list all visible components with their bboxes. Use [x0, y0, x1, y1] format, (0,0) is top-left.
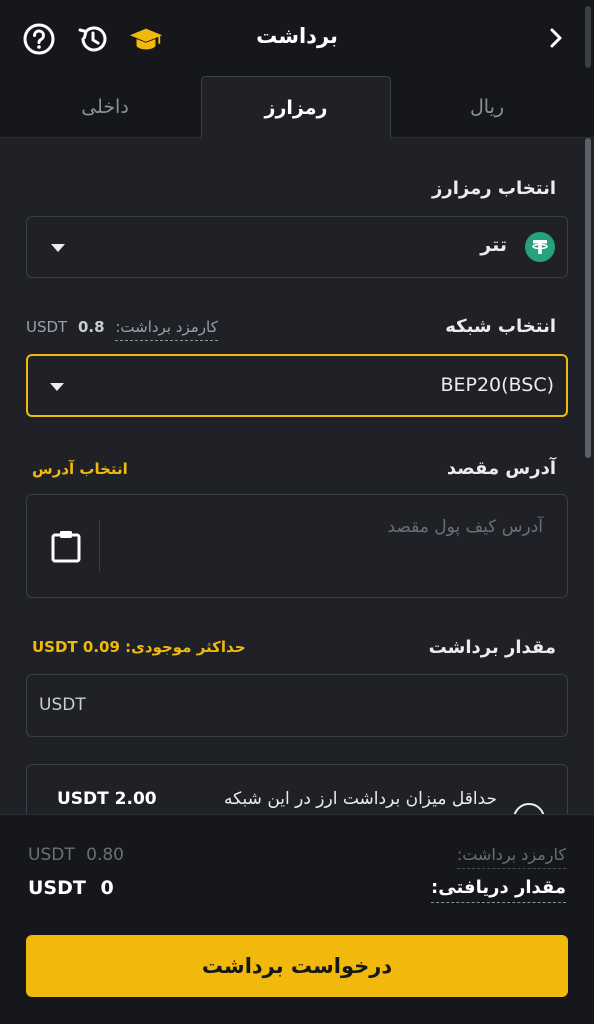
max-balance-label: حداکثر موجودی:: [125, 638, 246, 656]
max-balance[interactable]: USDT 0.09 حداکثر موجودی:: [32, 638, 246, 656]
address-label: آدرس مقصد: [446, 458, 556, 479]
amount-label: مقدار برداشت: [428, 637, 556, 658]
network-label: انتخاب شبکه: [445, 316, 556, 337]
submit-withdraw-button[interactable]: درخواست برداشت: [26, 935, 568, 997]
network-select-value: BEP20(BSC): [440, 374, 554, 396]
tether-icon: [525, 232, 555, 262]
tab-bar: داخلی رمزارز ریال: [0, 76, 594, 139]
top-bar: برداشت: [0, 0, 594, 76]
select-crypto-label: انتخاب رمزارز: [432, 178, 556, 199]
summary-fee-value: 0.80: [86, 845, 124, 865]
network-fee-value: 0.8: [78, 318, 105, 336]
tab-label: ریال: [469, 96, 505, 118]
tab-label: داخلی: [81, 96, 129, 118]
network-fee: USDT 0.8 کارمزد برداشت:: [26, 318, 218, 341]
chevron-down-icon: [50, 383, 64, 391]
choose-address-link[interactable]: انتخاب آدرس: [32, 460, 128, 478]
max-balance-value: USDT 0.09: [32, 638, 120, 656]
summary-fee-amount: USDT 0.80: [28, 845, 124, 865]
paste-clipboard-icon[interactable]: [51, 529, 81, 567]
summary-fee-label[interactable]: کارمزد برداشت:: [456, 845, 566, 869]
summary-receive-label[interactable]: مقدار دریافتی:: [431, 877, 566, 903]
min-withdraw-text: حداقل میزان برداشت ارز در این شبکه: [224, 789, 497, 809]
network-fee-label[interactable]: کارمزد برداشت:: [115, 318, 218, 341]
crypto-select[interactable]: تتر: [26, 216, 568, 278]
summary-receive-unit: USDT: [28, 877, 86, 899]
summary-fee-unit: USDT: [28, 845, 75, 865]
scrollbar[interactable]: [585, 138, 591, 458]
tab-label: رمزارز: [264, 97, 328, 119]
tab-crypto[interactable]: رمزارز: [201, 76, 391, 139]
chevron-down-icon: [51, 244, 65, 252]
network-select[interactable]: BEP20(BSC): [26, 354, 568, 417]
tab-rial[interactable]: ریال: [392, 76, 582, 138]
amount-input[interactable]: USDT: [26, 674, 568, 737]
summary-receive-value: 0: [100, 877, 114, 899]
min-withdraw-value: USDT 2.00: [57, 789, 157, 809]
back-chevron-icon[interactable]: [544, 26, 568, 50]
tab-internal[interactable]: داخلی: [10, 76, 200, 138]
network-fee-unit: USDT: [26, 318, 68, 336]
summary-receive-amount: USDT 0: [28, 877, 114, 899]
crypto-select-value: تتر: [480, 234, 507, 256]
address-placeholder: آدرس کیف پول مقصد: [387, 517, 543, 537]
submit-label: درخواست برداشت: [201, 954, 393, 978]
address-input[interactable]: آدرس کیف پول مقصد: [26, 494, 568, 598]
page-title: برداشت: [256, 24, 338, 48]
divider: [99, 520, 100, 572]
amount-unit: USDT: [39, 695, 86, 715]
summary-panel: USDT 0.80 کارمزد برداشت: USDT 0 مقدار در…: [0, 814, 594, 1024]
